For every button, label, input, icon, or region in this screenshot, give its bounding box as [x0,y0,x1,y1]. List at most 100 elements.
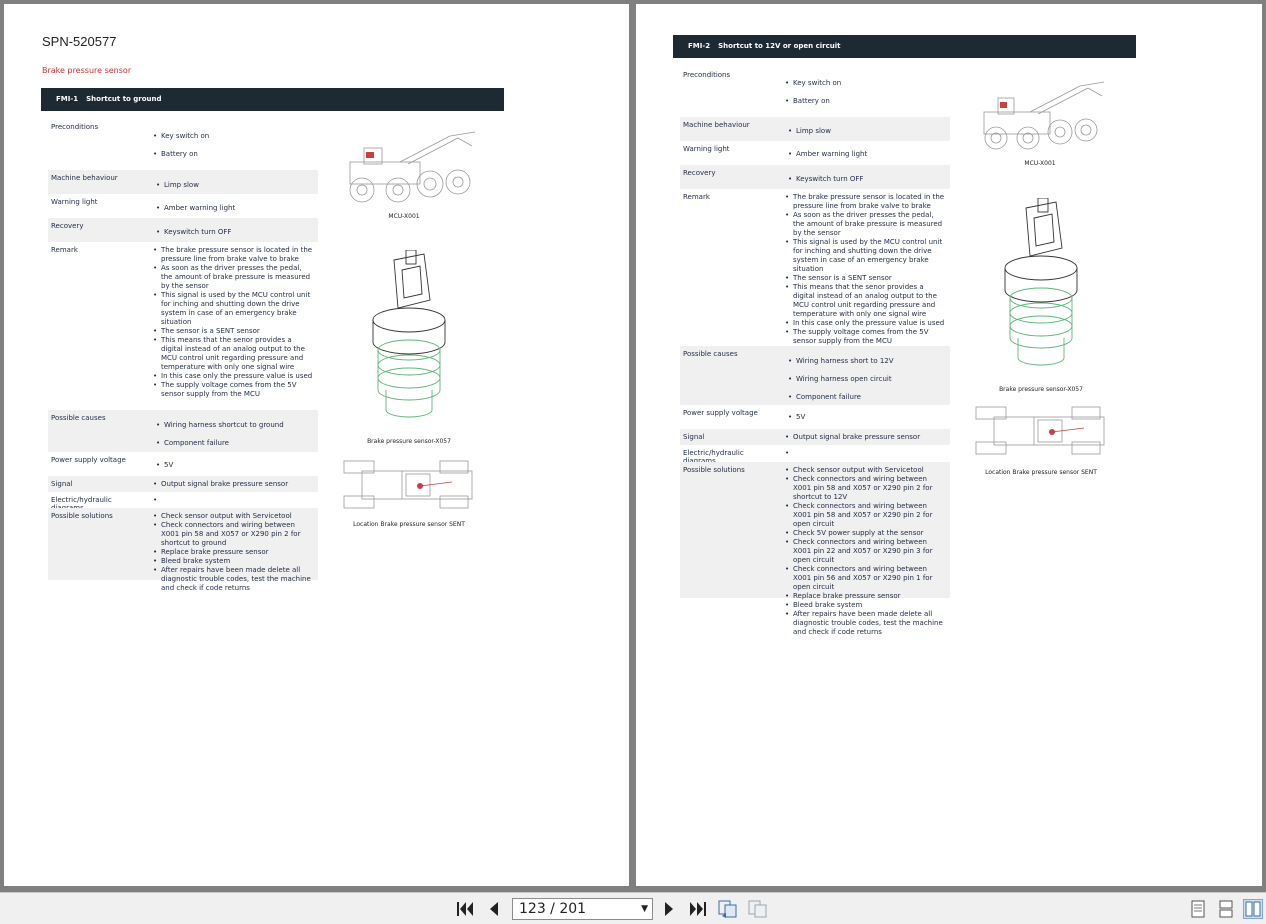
table-row: Possible causes Wiring harness short to 1… [680,346,950,405]
list-item: This means that the senor provides a dig… [153,336,314,372]
single-page-view-icon [1191,900,1205,918]
list-item: Bleed brake system [785,601,946,610]
table-row: Possible solutions Check sensor output wi… [48,508,318,592]
row-label: Preconditions [51,123,99,131]
row-values: Amber warning light [156,204,314,213]
table-row: Machine behaviour Limp slow [48,170,318,194]
row-label: Preconditions [683,71,731,79]
row-values: Key switch on Battery on [153,132,314,168]
location-figure [343,460,473,509]
list-item: The supply voltage comes from the 5V sen… [153,381,314,399]
list-item: In this case only the pressure value is … [153,372,314,381]
fmi-code: FMI-2 [688,42,711,50]
last-page-button[interactable] [688,899,708,919]
table-row: Warning light Amber warning light [48,194,318,218]
continuous-view-icon [1219,900,1233,918]
list-item: Wiring harness open circuit [788,375,946,384]
compare-pages-button[interactable] [748,899,768,919]
list-item: Check connectors and wiring between X001… [153,521,314,548]
rotate-pages-button[interactable] [718,899,738,919]
table-row: Signal Output signal brake pressure senso… [680,429,950,445]
compare-pages-icon [748,900,767,918]
list-item: Check connectors and wiring between X001… [785,475,946,502]
fmi-header: FMI-1 Shortcut to ground [41,88,504,111]
row-values: 5V [788,413,946,422]
document-page-left: SPN-520577 Brake pressure sensor FMI-1 Sh… [4,4,629,886]
list-item: Check 5V power supply at the sensor [785,529,946,538]
table-row: Preconditions Key switch on Battery on [48,119,318,170]
list-item: The brake pressure sensor is located in … [785,193,946,211]
list-item: Wiring harness shortcut to ground [156,421,314,430]
table-row: Electric/hydraulic diagrams [48,492,318,512]
page-subtitle: Brake pressure sensor [42,66,132,75]
table-row: Possible solutions Check sensor output wi… [680,462,950,636]
list-item: In this case only the pressure value is … [785,319,946,328]
list-item: Keyswitch turn OFF [156,228,314,237]
row-label: Possible causes [51,414,106,422]
list-item: This signal is used by the MCU control u… [153,291,314,327]
list-item: Amber warning light [156,204,314,213]
location-caption: Location Brake pressure sensor SENT [985,469,1097,476]
table-row: Machine behaviour Limp slow [680,117,950,141]
single-page-view-button[interactable] [1188,899,1208,919]
list-item: Replace brake pressure sensor [785,592,946,601]
row-values: Check sensor output with ServicetoolChec… [153,512,314,593]
list-item: Key switch on [153,132,314,141]
list-item: Wiring harness short to 12V [788,357,946,366]
row-values: 5V [156,461,314,470]
row-label: Signal [51,480,73,488]
list-item: Keyswitch turn OFF [788,175,946,184]
table-row: Recovery Keyswitch turn OFF [48,218,318,242]
machine-figure [983,81,1105,150]
list-item: Key switch on [785,79,946,88]
first-page-button[interactable] [455,899,475,919]
row-label: Machine behaviour [683,121,750,129]
row-values: The brake pressure sensor is located in … [785,193,946,346]
row-label: Power supply voltage [51,456,126,464]
sensor-caption: Brake pressure sensor-X057 [999,386,1083,393]
row-values: Amber warning light [788,150,946,159]
row-values: Key switch on Battery on [785,79,946,115]
table-row: Power supply voltage 5V [680,405,950,429]
list-item: Replace brake pressure sensor [153,548,314,557]
next-page-button[interactable] [659,899,679,919]
table-row: Recovery Keyswitch turn OFF [680,165,950,189]
page-number-value: 123 / 201 [519,901,587,917]
list-item: This means that the senor provides a dig… [785,283,946,319]
list-item: Check connectors and wiring between X001… [785,538,946,565]
two-page-view-button[interactable] [1243,899,1263,919]
list-item: Check sensor output with Servicetool [785,466,946,475]
list-item: Check sensor output with Servicetool [153,512,314,521]
row-label: Recovery [51,222,84,230]
previous-page-button[interactable] [484,899,504,919]
machine-caption: MCU-X001 [1024,160,1056,167]
list-item: Limp slow [788,127,946,136]
list-item: Output signal brake pressure sensor [153,480,314,489]
fmi-code: FMI-1 [56,95,79,103]
row-values: Keyswitch turn OFF [156,228,314,237]
row-values: Output signal brake pressure sensor [153,480,314,489]
row-values: Keyswitch turn OFF [788,175,946,184]
list-item: After repairs have been made delete all … [785,610,946,637]
sensor-figure [372,250,446,418]
row-values: Output signal brake pressure sensor [785,433,946,442]
fmi-header: FMI-2 Shortcut to 12V or open circuit [673,35,1136,58]
table-row: Remark The brake pressure sensor is locat… [48,242,318,410]
first-page-icon [457,902,473,916]
rotate-pages-icon [718,900,737,918]
page-number-select[interactable]: 123 / 201 ▼ [512,898,653,920]
chevron-down-icon: ▼ [641,904,648,914]
page-title: SPN-520577 [42,34,117,49]
continuous-view-button[interactable] [1216,899,1236,919]
row-values: Limp slow [156,181,314,190]
list-item: The sensor is a SENT sensor [785,274,946,283]
row-label: Possible solutions [51,512,113,520]
machine-caption: MCU-X001 [388,213,420,220]
fmi-label: Shortcut to 12V or open circuit [718,42,841,50]
list-item: Component failure [156,439,314,448]
row-label: Possible solutions [683,466,745,474]
sensor-caption: Brake pressure sensor-X057 [367,438,451,445]
list-item: Bleed brake system [153,557,314,566]
location-figure [975,406,1105,455]
table-row: Signal Output signal brake pressure senso… [48,476,318,492]
